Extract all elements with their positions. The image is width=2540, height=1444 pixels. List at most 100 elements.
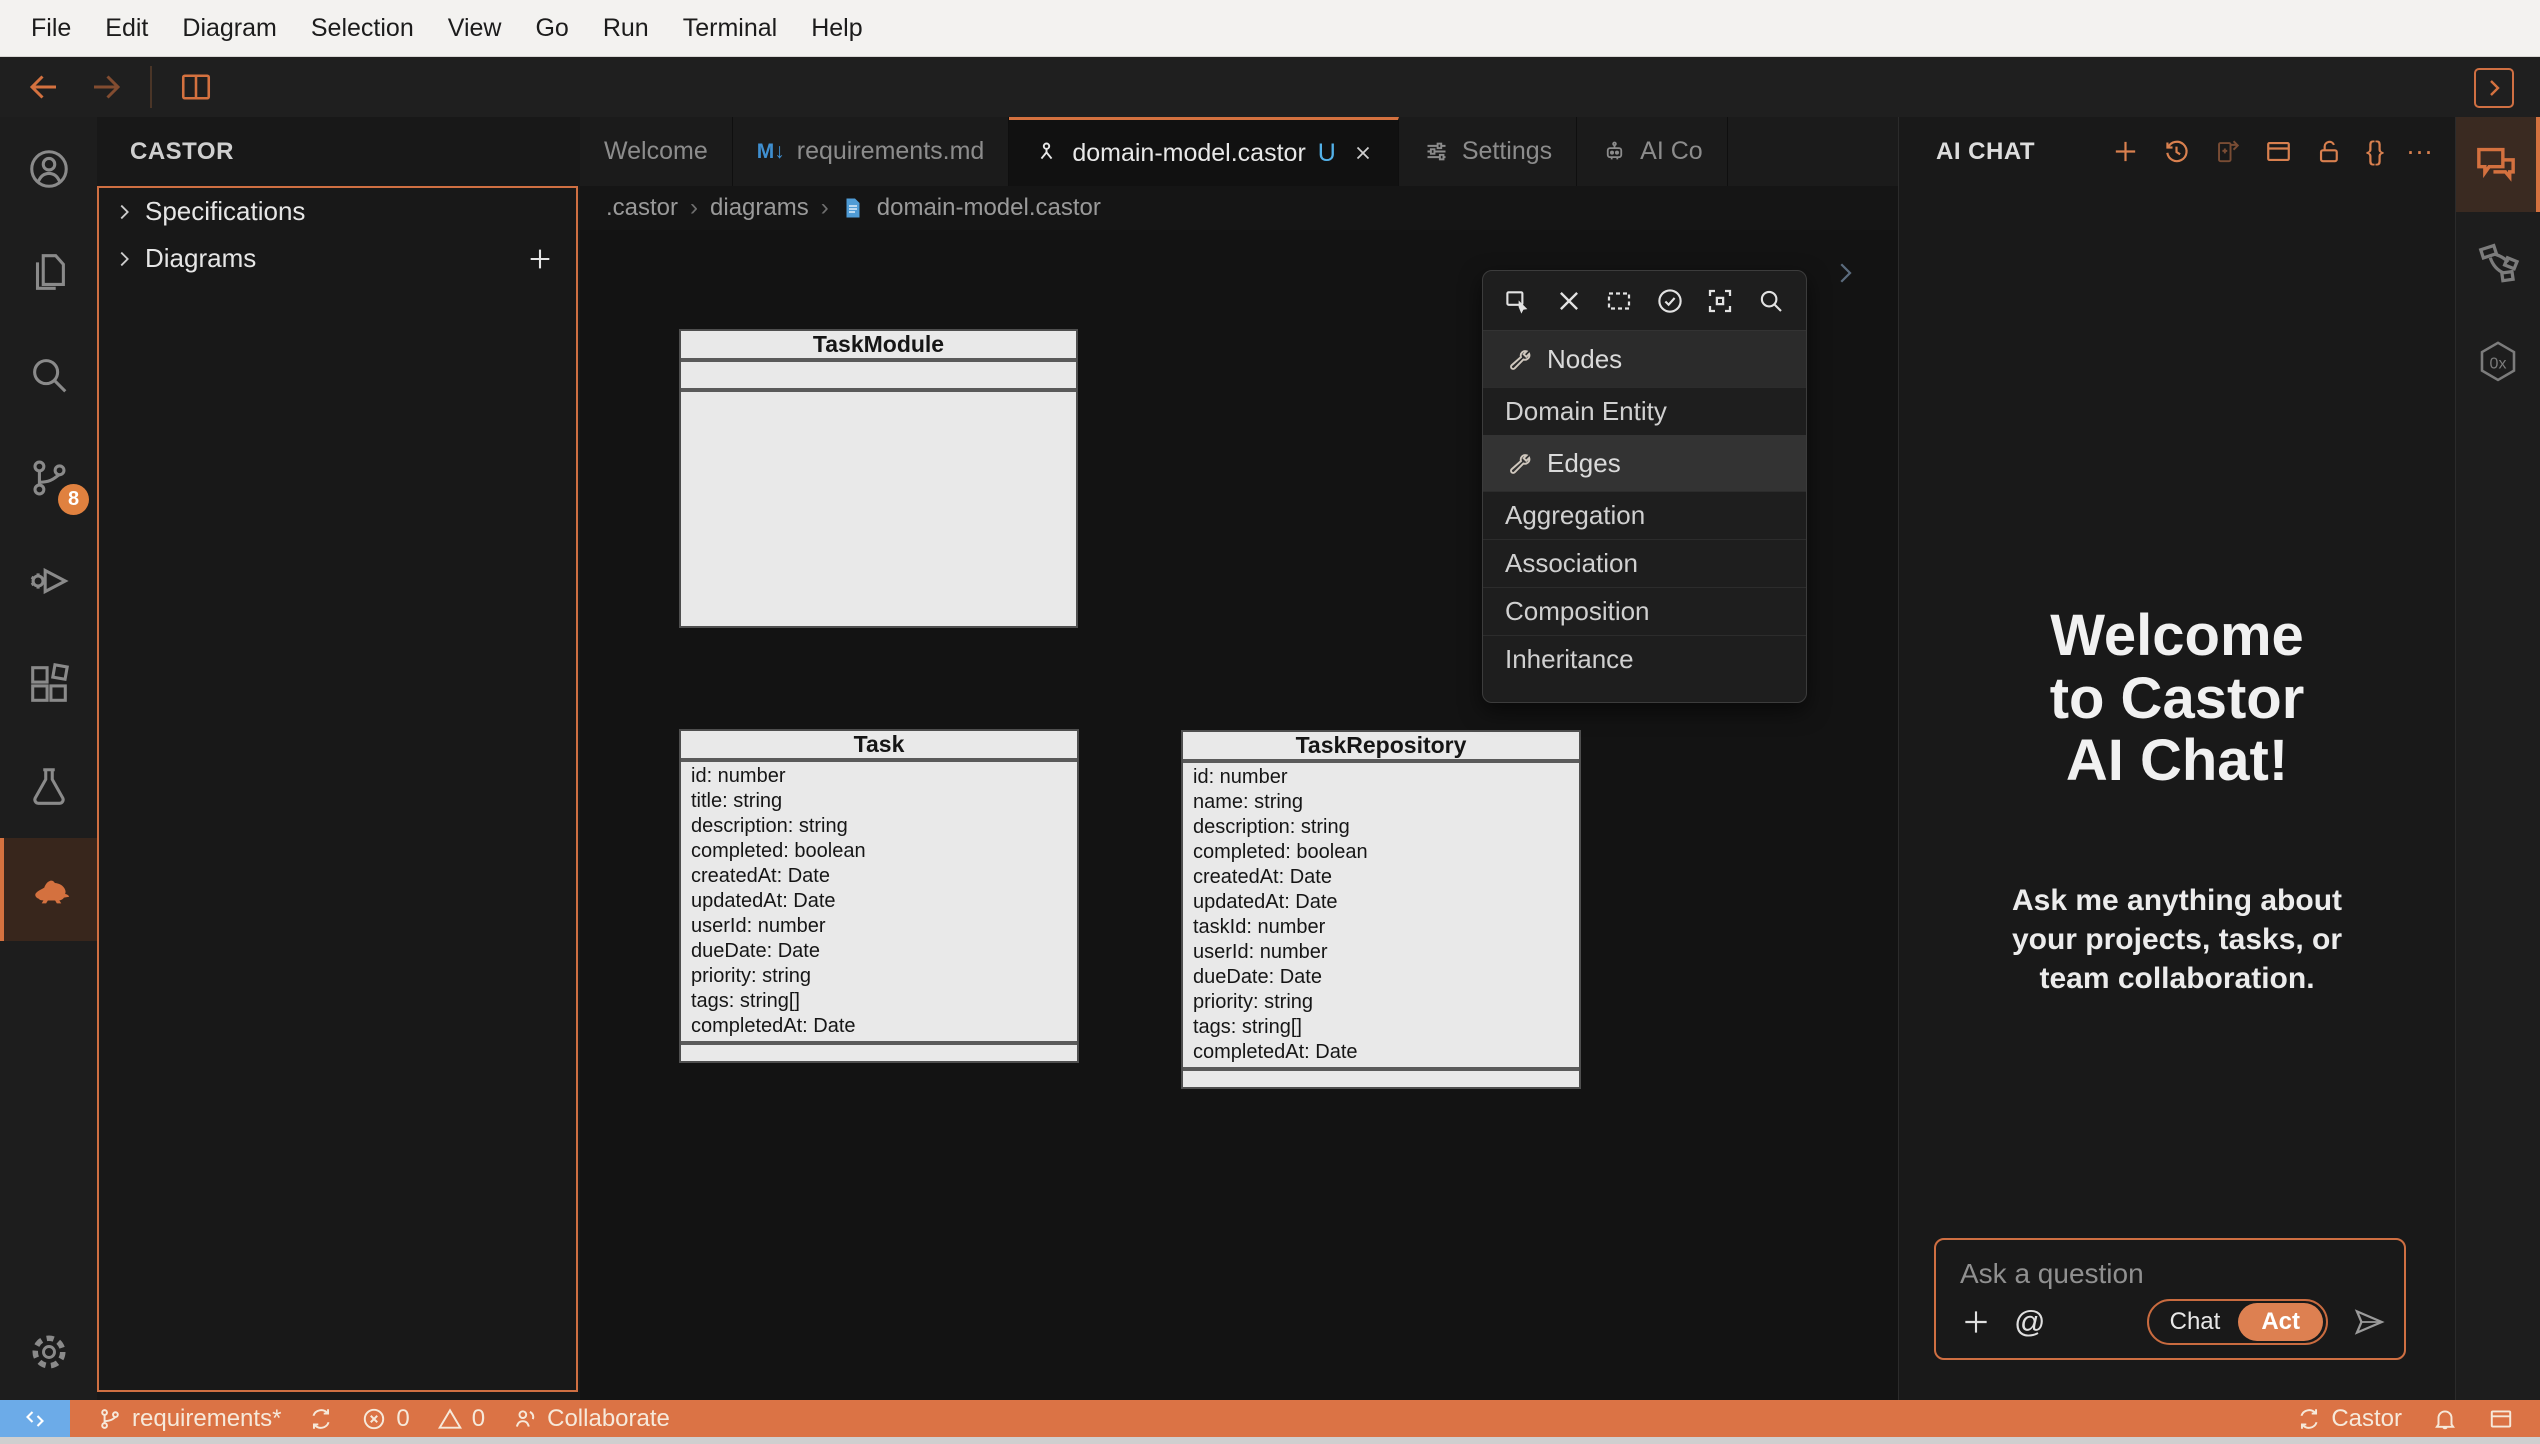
delete-x-icon[interactable] xyxy=(1554,286,1584,316)
sync-icon xyxy=(2296,1406,2322,1432)
check-circle-icon[interactable] xyxy=(1655,286,1685,316)
fit-view-icon[interactable] xyxy=(1705,286,1735,316)
chat-input-box[interactable]: Ask a question @ Chat Act xyxy=(1934,1238,2406,1360)
hex-0x-icon[interactable]: 0x xyxy=(2456,312,2540,412)
sync-icon xyxy=(308,1406,334,1432)
breadcrumb: .castor › diagrams › domain-model.castor xyxy=(580,186,1898,230)
uml-attribute: name: string xyxy=(1193,790,1575,815)
breadcrumb-separator: › xyxy=(821,194,829,222)
new-chat-plus-icon[interactable] xyxy=(2111,137,2140,166)
tree-item-label: Specifications xyxy=(145,196,305,227)
mode-act-option[interactable]: Act xyxy=(2238,1303,2323,1341)
castor-status[interactable]: Castor xyxy=(2296,1405,2402,1433)
menu-item[interactable]: Edit xyxy=(88,14,165,43)
diagram-palette: Nodes Domain Entity Edges AggregationAss… xyxy=(1482,270,1807,703)
palette-item[interactable]: Domain Entity xyxy=(1483,387,1806,435)
send-button[interactable] xyxy=(2352,1305,2386,1339)
palette-section-nodes[interactable]: Nodes xyxy=(1483,331,1806,387)
breadcrumb-separator: › xyxy=(690,194,698,222)
uml-attribute: priority: string xyxy=(1193,990,1575,1015)
menu-item[interactable]: Terminal xyxy=(666,14,794,43)
forward-arrow-icon[interactable] xyxy=(88,69,124,105)
search-icon[interactable] xyxy=(0,323,97,426)
history-icon[interactable] xyxy=(2162,137,2191,166)
hierarchy-icon[interactable] xyxy=(2456,212,2540,312)
errors-status[interactable]: 0 xyxy=(361,1405,409,1433)
close-icon[interactable] xyxy=(1352,142,1374,164)
run-debug-icon[interactable] xyxy=(0,529,97,632)
ai-chat-panel: AI CHAT {} ··· Welcometo CastorAI Chat! … xyxy=(1898,117,2455,1400)
warnings-status[interactable]: 0 xyxy=(437,1405,485,1433)
layout-panel-icon[interactable] xyxy=(2264,137,2293,166)
notifications-bell[interactable] xyxy=(2432,1406,2458,1432)
menu-item[interactable]: Help xyxy=(794,14,879,43)
sidebar-item-diagrams[interactable]: Diagrams xyxy=(99,235,576,282)
menu-item[interactable]: Selection xyxy=(294,14,431,43)
palette-item[interactable]: Inheritance xyxy=(1483,635,1806,683)
uml-attribute: tags: string[] xyxy=(691,989,1073,1014)
select-cursor-icon[interactable] xyxy=(1503,286,1533,316)
more-actions-icon[interactable]: ··· xyxy=(2406,137,2433,166)
breadcrumb-segment[interactable]: diagrams xyxy=(710,194,809,222)
breadcrumb-segment[interactable]: .castor xyxy=(606,194,678,222)
diagram-canvas[interactable]: TaskModule Task id: numbertitle: stringd… xyxy=(580,230,1898,1400)
tab-welcome[interactable]: Welcome xyxy=(580,117,733,186)
sync-status[interactable] xyxy=(308,1406,334,1432)
uml-attributes: id: numbername: stringdescription: strin… xyxy=(1183,763,1579,1067)
lock-open-icon[interactable] xyxy=(2315,137,2344,166)
branch-status[interactable]: requirements* xyxy=(97,1405,281,1433)
menu-item[interactable]: Go xyxy=(518,14,585,43)
tab-label: Settings xyxy=(1462,137,1552,166)
remote-indicator[interactable] xyxy=(0,1400,70,1437)
marquee-select-icon[interactable] xyxy=(1604,286,1634,316)
uml-class-taskmodule[interactable]: TaskModule xyxy=(679,329,1078,628)
breadcrumb-file[interactable]: domain-model.castor xyxy=(877,194,1101,222)
collaborate-status[interactable]: Collaborate xyxy=(512,1405,670,1433)
extensions-icon[interactable] xyxy=(0,632,97,735)
source-control-icon[interactable]: 8 xyxy=(0,426,97,529)
settings-gear-icon[interactable] xyxy=(0,1330,97,1374)
braces-icon[interactable]: {} xyxy=(2366,137,2384,166)
account-icon[interactable] xyxy=(0,117,97,220)
sidebar-item-specifications[interactable]: Specifications xyxy=(99,188,576,235)
add-diagram-button[interactable] xyxy=(526,245,554,273)
palette-item[interactable]: Aggregation xyxy=(1483,491,1806,539)
palette-item[interactable]: Association xyxy=(1483,539,1806,587)
chevron-right-icon xyxy=(113,248,135,270)
split-editor-icon[interactable] xyxy=(178,69,214,105)
uml-class-task[interactable]: Task id: numbertitle: stringdescription:… xyxy=(679,729,1079,1063)
menu-item[interactable]: Run xyxy=(586,14,666,43)
back-arrow-icon[interactable] xyxy=(26,69,62,105)
tab-domain-model[interactable]: domain-model.castor U xyxy=(1009,117,1399,186)
chat-input-actions: @ Chat Act xyxy=(1960,1299,2386,1345)
palette-item[interactable]: Composition xyxy=(1483,587,1806,635)
castor-beaver-icon[interactable] xyxy=(0,838,97,941)
tab-requirements[interactable]: M↓ requirements.md xyxy=(733,117,1010,186)
explorer-icon[interactable] xyxy=(0,220,97,323)
menu-item[interactable]: View xyxy=(431,14,519,43)
testing-icon[interactable] xyxy=(0,735,97,838)
status-bar-right: Castor xyxy=(2296,1405,2514,1433)
tab-ai-companion[interactable]: AI Co xyxy=(1577,117,1728,186)
open-in-editor-icon[interactable] xyxy=(2213,137,2242,166)
uml-attributes: id: numbertitle: stringdescription: stri… xyxy=(681,762,1077,1041)
palette-section-edges[interactable]: Edges xyxy=(1483,435,1806,491)
attach-plus-icon[interactable] xyxy=(1960,1306,1992,1338)
menu-item[interactable]: Diagram xyxy=(165,14,293,43)
tab-settings[interactable]: Settings xyxy=(1399,117,1577,186)
mode-chat-option[interactable]: Chat xyxy=(2152,1308,2239,1336)
zoom-icon[interactable] xyxy=(1756,286,1786,316)
error-icon xyxy=(361,1406,387,1432)
uml-attribute: dueDate: Date xyxy=(1193,965,1575,990)
sidebar-tree: Specifications Diagrams xyxy=(97,186,578,1392)
uml-class-taskrepository[interactable]: TaskRepository id: numbername: stringdes… xyxy=(1181,730,1581,1089)
chat-act-toggle[interactable]: Chat Act xyxy=(2147,1299,2328,1345)
expand-panel-button[interactable] xyxy=(2474,68,2514,108)
palette-collapse-chevron-icon[interactable] xyxy=(1830,258,1860,288)
panel-layout-button[interactable] xyxy=(2488,1406,2514,1432)
settings-sliders-icon xyxy=(1423,138,1450,165)
menu-item[interactable]: File xyxy=(14,14,88,43)
mention-at-icon[interactable]: @ xyxy=(2014,1304,2045,1340)
chat-bubbles-icon[interactable] xyxy=(2456,117,2540,212)
window-bottom-edge xyxy=(0,1437,2540,1444)
